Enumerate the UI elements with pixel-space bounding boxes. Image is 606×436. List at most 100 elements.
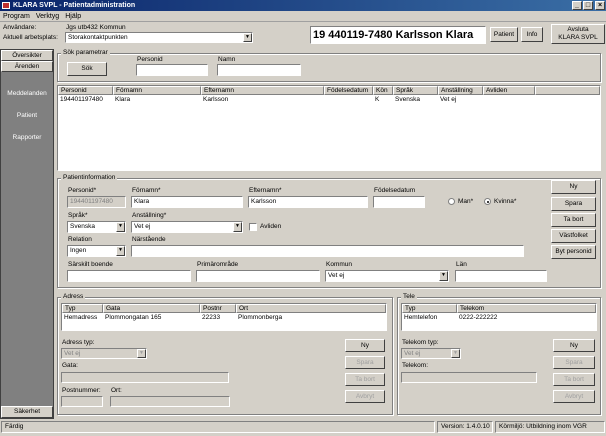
relation-label: Relation bbox=[68, 236, 92, 243]
address-group-label: Adress bbox=[61, 293, 86, 300]
municipality-select[interactable]: Vet ej ▼ bbox=[325, 270, 449, 282]
title-bar: KLARA SVPL - Patientadministration _ □ × bbox=[0, 0, 606, 11]
phone-cell-typ: Hemtelefon bbox=[404, 314, 438, 321]
chevron-down-icon: ▼ bbox=[116, 222, 125, 232]
status-text: Färdig bbox=[1, 421, 435, 433]
table-row[interactable]: 194401197480 Klara Karlsson K Svenska Ve… bbox=[58, 95, 600, 105]
city-field bbox=[110, 396, 230, 407]
name-search-input[interactable] bbox=[217, 64, 301, 76]
employment-label: Anställning* bbox=[132, 212, 167, 219]
street-label: Gata: bbox=[62, 362, 78, 369]
address-col-postnr[interactable]: Postnr bbox=[200, 304, 236, 313]
city-label: Ort: bbox=[111, 387, 122, 394]
gender-female-radio[interactable] bbox=[484, 198, 491, 205]
results-col-sprak[interactable]: Språk bbox=[393, 86, 438, 95]
address-cancel-button[interactable]: Avbryt bbox=[345, 390, 385, 403]
sidebar-item-rapporter[interactable]: Rapporter bbox=[1, 134, 53, 141]
chevron-down-icon: ▼ bbox=[233, 222, 242, 232]
phone-save-button[interactable]: Spara bbox=[553, 356, 595, 369]
phone-type-label: Telekom typ: bbox=[402, 339, 439, 346]
patient-save-button[interactable]: Spara bbox=[551, 197, 596, 211]
address-col-ort[interactable]: Ort bbox=[236, 304, 386, 313]
firstname-field[interactable]: Klara bbox=[131, 196, 243, 208]
county-label: Län bbox=[456, 261, 467, 268]
results-table: Personid Förnamn Efternamn Födelsedatum … bbox=[57, 85, 601, 171]
menu-hjalp[interactable]: Hjälp bbox=[62, 11, 84, 22]
special-housing-field[interactable] bbox=[67, 270, 191, 282]
menu-program[interactable]: Program bbox=[0, 11, 33, 22]
search-button[interactable]: Sök bbox=[67, 62, 107, 76]
menu-bar: Program Verktyg Hjälp bbox=[0, 11, 606, 22]
table-row[interactable]: Hemtelefon 0222-222222 bbox=[402, 313, 596, 323]
patient-button[interactable]: Patient bbox=[490, 27, 518, 42]
app-icon bbox=[2, 2, 10, 9]
relation-select[interactable]: Ingen ▼ bbox=[67, 245, 126, 257]
address-type-value: Vet ej bbox=[64, 350, 81, 357]
gender-female-label: Kvinna* bbox=[494, 198, 517, 205]
language-select[interactable]: Svenska ▼ bbox=[67, 221, 126, 233]
results-col-fornamn[interactable]: Förnamn bbox=[113, 86, 201, 95]
search-group-label: Sök parametrar bbox=[61, 49, 110, 56]
results-col-avliden[interactable]: Avliden bbox=[483, 86, 535, 95]
tab-sakerhet[interactable]: Säkerhet bbox=[1, 406, 53, 418]
phone-new-button[interactable]: Ny bbox=[553, 339, 595, 352]
phone-delete-button[interactable]: Ta bort bbox=[553, 373, 595, 386]
phone-table: Typ Telekom Hemtelefon 0222-222222 bbox=[401, 303, 597, 331]
language-label: Språk* bbox=[68, 212, 88, 219]
table-row[interactable]: Hemadress Plommongatan 165 22233 Plommon… bbox=[62, 313, 386, 323]
user-label: Användare: bbox=[3, 24, 37, 31]
deceased-checkbox[interactable] bbox=[249, 223, 257, 231]
sidebar-item-meddelanden[interactable]: Meddelanden bbox=[1, 90, 53, 97]
deceased-label: Avliden bbox=[260, 223, 282, 230]
address-new-button[interactable]: Ny bbox=[345, 339, 385, 352]
results-col-fodelsedatum[interactable]: Födelsedatum bbox=[324, 86, 373, 95]
maximize-button[interactable]: □ bbox=[583, 1, 593, 10]
tab-arenden[interactable]: Ärenden bbox=[1, 61, 53, 72]
minimize-button[interactable]: _ bbox=[572, 1, 582, 10]
firstname-label: Förnamn* bbox=[132, 187, 161, 194]
address-save-button[interactable]: Spara bbox=[345, 356, 385, 369]
results-col-personid[interactable]: Personid bbox=[58, 86, 113, 95]
address-cell-ort: Plommonberga bbox=[238, 314, 283, 321]
chevron-down-icon: ▼ bbox=[137, 349, 146, 358]
patient-new-button[interactable]: Ny bbox=[551, 180, 596, 194]
relative-field[interactable] bbox=[131, 245, 524, 257]
primary-area-field[interactable] bbox=[196, 270, 320, 282]
patient-delete-button[interactable]: Ta bort bbox=[551, 213, 596, 227]
sidebar-item-patient[interactable]: Patient bbox=[1, 112, 53, 119]
birthdate-field[interactable] bbox=[373, 196, 425, 208]
workplace-select[interactable]: Storakontaktpunkten ▼ bbox=[65, 32, 253, 43]
lastname-field[interactable]: Karlsson bbox=[248, 196, 368, 208]
close-button[interactable]: × bbox=[595, 1, 605, 10]
exit-button[interactable]: Avsluta KLARA SVPL bbox=[551, 24, 605, 44]
employment-select[interactable]: Vet ej ▼ bbox=[131, 221, 243, 233]
results-cell-efternamn: Karlsson bbox=[203, 96, 229, 103]
address-delete-button[interactable]: Ta bort bbox=[345, 373, 385, 386]
results-col-anstallning[interactable]: Anställning bbox=[438, 86, 483, 95]
address-col-typ[interactable]: Typ bbox=[62, 304, 103, 313]
results-header-row: Personid Förnamn Efternamn Födelsedatum … bbox=[58, 86, 600, 95]
personid-search-label: Personid bbox=[137, 56, 163, 63]
personid-search-input[interactable] bbox=[136, 64, 208, 76]
phone-col-typ[interactable]: Typ bbox=[402, 304, 457, 313]
county-field[interactable] bbox=[455, 270, 547, 282]
vastfolket-button[interactable]: Västfolket bbox=[551, 229, 596, 243]
change-personid-button[interactable]: Byt personid bbox=[551, 245, 596, 259]
municipality-value: Vet ej bbox=[328, 272, 345, 279]
menu-verktyg[interactable]: Verktyg bbox=[33, 11, 62, 22]
municipality-label: Kommun bbox=[326, 261, 353, 268]
lastname-label: Efternamn* bbox=[249, 187, 282, 194]
results-cell-personid: 194401197480 bbox=[60, 96, 103, 103]
address-col-gata[interactable]: Gata bbox=[103, 304, 200, 313]
results-col-efternamn[interactable]: Efternamn bbox=[201, 86, 324, 95]
gender-male-radio[interactable] bbox=[448, 198, 455, 205]
window-title: KLARA SVPL - Patientadministration bbox=[13, 2, 136, 9]
patient-banner: 19 440119-7480 Karlsson Klara bbox=[310, 26, 486, 44]
phone-cancel-button[interactable]: Avbryt bbox=[553, 390, 595, 403]
tab-oversikter[interactable]: Översikter bbox=[1, 50, 53, 61]
personid-field: 194401197480 bbox=[67, 196, 126, 208]
name-search-label: Namn bbox=[218, 56, 236, 63]
results-col-kon[interactable]: Kön bbox=[373, 86, 393, 95]
info-button[interactable]: Info bbox=[521, 27, 543, 42]
phone-col-telekom[interactable]: Telekom bbox=[457, 304, 596, 313]
